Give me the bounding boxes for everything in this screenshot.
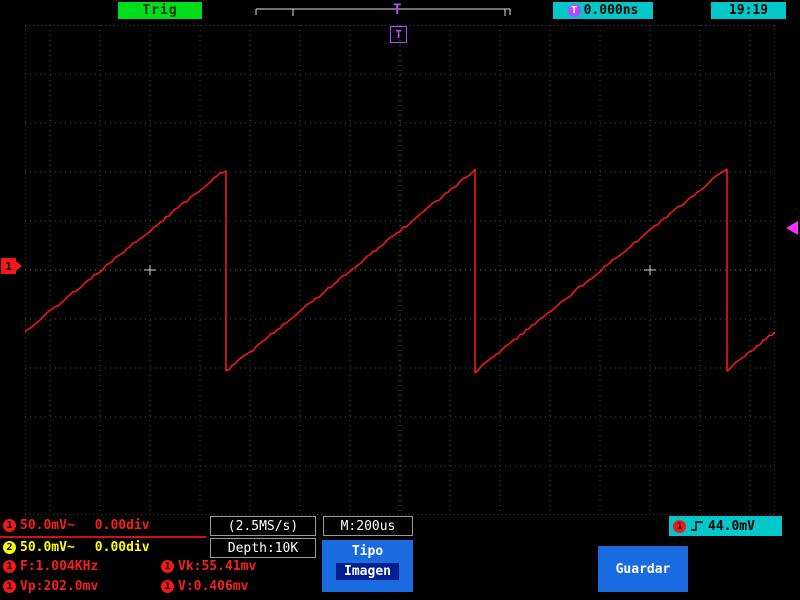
guardar-button[interactable]: Guardar — [598, 546, 688, 592]
trigger-position-top-marker: T — [393, 2, 402, 18]
meas-f-badge: 1 — [3, 560, 16, 573]
trigger-level-marker — [786, 221, 798, 235]
ch1-marker-label: 1 — [1, 258, 16, 274]
ch2-position: 0.00div — [94, 540, 150, 555]
rising-edge-icon — [691, 521, 703, 531]
menu-tipo-button[interactable]: Tipo Imagen — [322, 540, 413, 592]
meas-v-text: V:0.406mv — [178, 579, 249, 594]
timebase-box: M:200us — [323, 516, 413, 536]
trigger-horizontal-marker: T — [390, 26, 407, 43]
ch1-position-marker: 1 — [1, 258, 22, 274]
meas-v-badge: 1 — [161, 580, 174, 593]
ch1-underline — [0, 536, 206, 538]
menu-imagen-option[interactable]: Imagen — [336, 563, 399, 580]
trigger-time-chip: T 0.000ns — [553, 2, 653, 19]
meas-vk-badge: 1 — [161, 560, 174, 573]
meas-vp-text: Vp:202.0mv — [20, 579, 99, 594]
ch1-marker-arrow — [16, 261, 22, 271]
meas-vp-badge: 1 — [3, 580, 16, 593]
measurement-frequency: 1 F:1.004KHz — [3, 559, 98, 574]
meas-f-text: F:1.004KHz — [20, 559, 99, 574]
waveform-svg — [24, 24, 776, 516]
oscilloscope-screen: Trig T T 0.000ns 19:19 T 1 1 50.0mV~ 0.0… — [0, 0, 800, 600]
memory-depth-box: Depth:10K — [210, 538, 316, 558]
trigger-time-value: 0.000ns — [583, 3, 639, 18]
ch1-scale: 50.0mV~ — [20, 518, 75, 533]
ch2-scale: 50.0mV~ — [20, 540, 75, 555]
ch1-status-row: 1 50.0mV~ 0.00div — [3, 518, 150, 533]
ch2-badge: 2 — [3, 541, 16, 554]
trigger-level-value: 44.0mV — [708, 518, 755, 534]
measurement-v: 1 V:0.406mv — [161, 579, 248, 594]
measurement-vp: 1 Vp:202.0mv — [3, 579, 98, 594]
menu-tipo-label: Tipo — [351, 544, 384, 559]
ch1-position: 0.00div — [94, 518, 150, 533]
trigger-symbol-badge: T — [567, 4, 581, 17]
ch1-badge: 1 — [3, 519, 16, 532]
sample-rate-box: (2.5MS/s) — [210, 516, 316, 536]
trigger-channel-badge: 1 — [673, 519, 686, 533]
measurement-vk: 1 Vk:55.41mv — [161, 559, 256, 574]
ch2-status-row: 2 50.0mV~ 0.00div — [3, 540, 150, 555]
trigger-readout-chip: 1 44.0mV — [669, 516, 782, 536]
graticule — [24, 24, 776, 516]
clock-chip: 19:19 — [711, 2, 786, 19]
meas-vk-text: Vk:55.41mv — [178, 559, 257, 574]
